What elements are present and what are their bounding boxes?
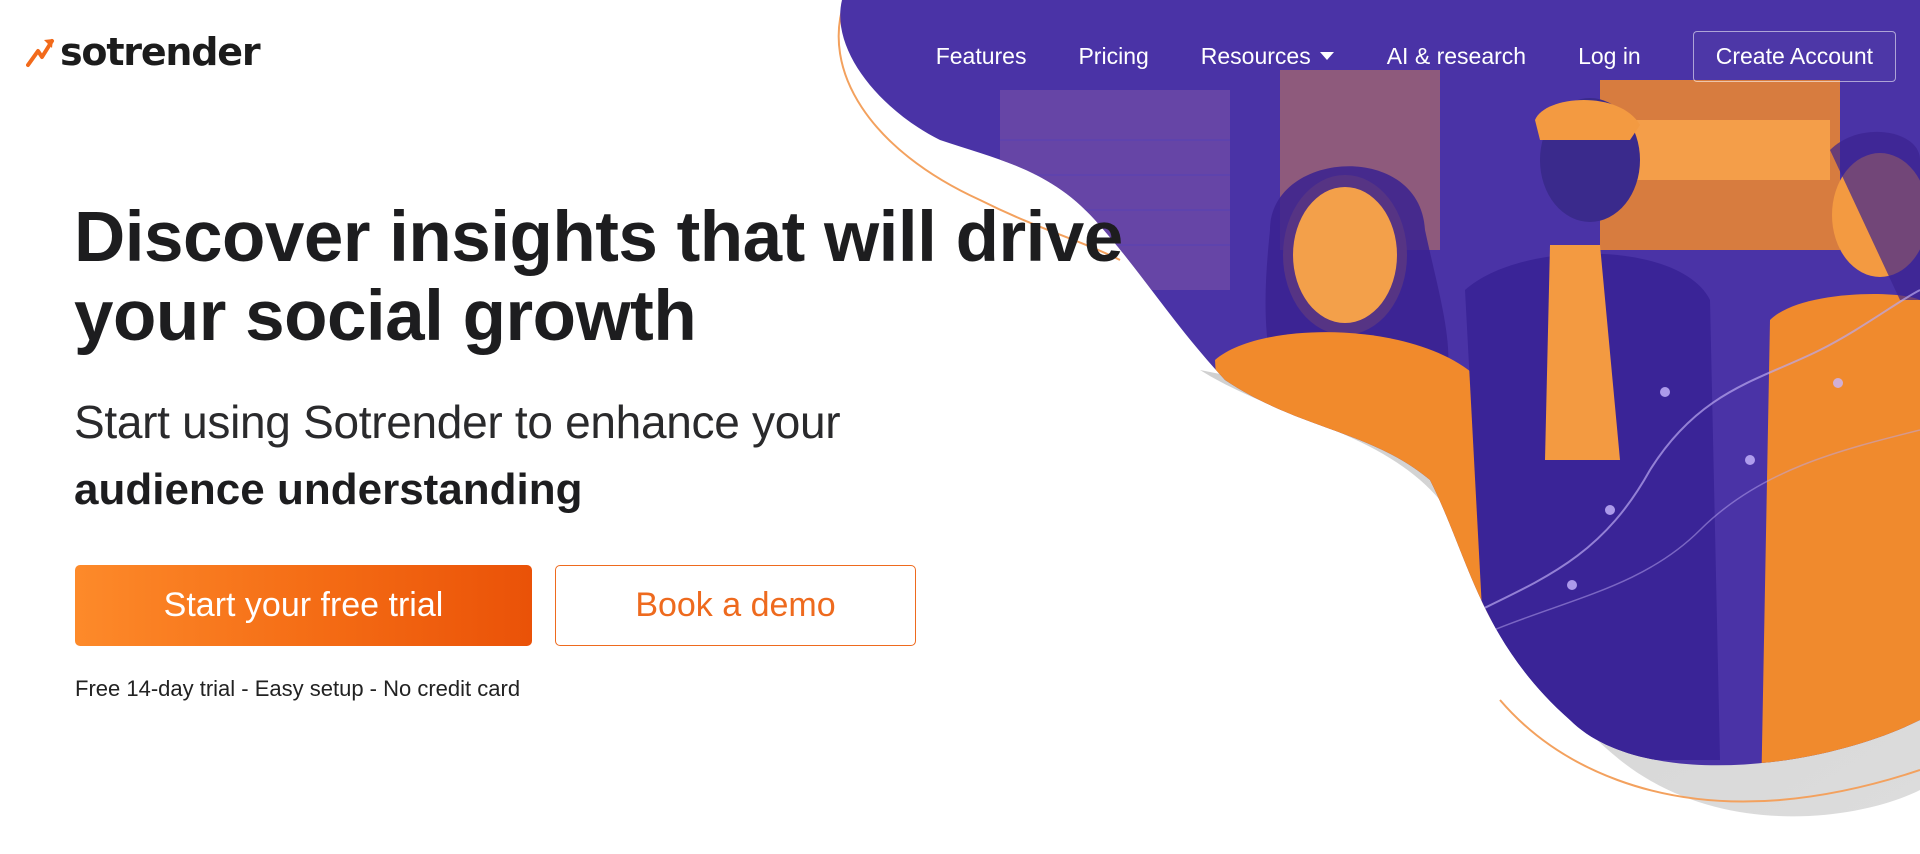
nav-login[interactable]: Log in xyxy=(1578,43,1641,70)
logo[interactable]: sotrender xyxy=(26,30,261,74)
hero-title-line-1: Discover insights that will drive xyxy=(74,198,1123,277)
chevron-down-icon xyxy=(1319,52,1334,60)
nav-resources-label: Resources xyxy=(1200,42,1311,69)
nav-ai-research[interactable]: AI & research xyxy=(1387,43,1526,70)
hero-subtitle-light: Start using Sotrender to enhance your xyxy=(74,396,841,448)
start-free-trial-button[interactable]: Start your free trial xyxy=(75,565,532,646)
nav-resources[interactable]: Resources xyxy=(1201,43,1335,70)
book-demo-button[interactable]: Book a demo xyxy=(555,565,916,646)
nav-features[interactable]: Features xyxy=(936,43,1027,70)
hero-title-line-2: your social growth xyxy=(74,277,697,356)
logo-arrow-icon xyxy=(26,39,54,67)
hero-subtitle-bold: audience understanding xyxy=(74,465,583,514)
hero-title: Discover insights that will drive your s… xyxy=(74,198,1134,356)
create-account-button[interactable]: Create Account xyxy=(1692,30,1896,82)
cta-row: Start your free trial Book a demo xyxy=(75,565,916,646)
logo-text: sotrender xyxy=(60,30,261,74)
hero-subtitle: Start using Sotrender to enhance your au… xyxy=(74,388,974,524)
main-nav: Features Pricing Resources AI & research… xyxy=(936,30,1896,82)
nav-pricing[interactable]: Pricing xyxy=(1078,43,1148,70)
trial-note: Free 14-day trial - Easy setup - No cred… xyxy=(75,676,521,701)
